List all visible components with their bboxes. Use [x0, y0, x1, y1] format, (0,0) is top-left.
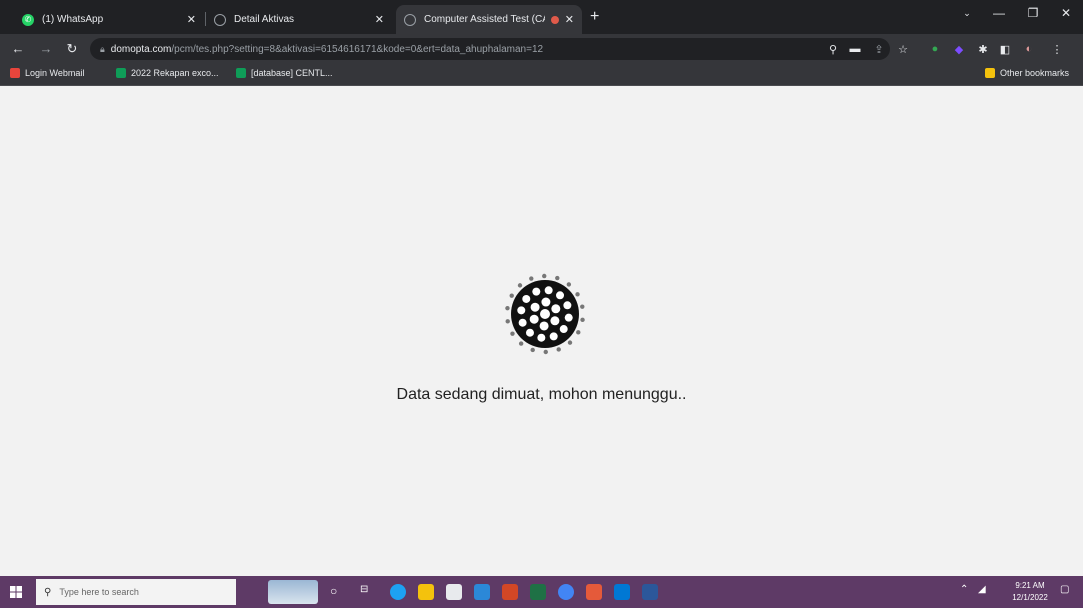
cortana-icon[interactable]: ○ — [330, 584, 337, 598]
close-icon[interactable]: ✕ — [565, 13, 574, 26]
search-placeholder: Type here to search — [59, 587, 139, 597]
kebab-menu-icon[interactable]: ⋮ — [1050, 42, 1064, 56]
clock-time: 9:21 AM — [1015, 581, 1045, 590]
network-icon[interactable]: ◢ — [978, 584, 986, 595]
chrome-icon[interactable] — [558, 584, 574, 600]
bookmark-label: Login Webmail — [25, 68, 85, 78]
sheets-icon — [236, 68, 246, 78]
share-icon[interactable]: ⇪ — [872, 42, 886, 56]
tab-computer-assisted-test[interactable]: Computer Assisted Test (CAT) ✕ — [396, 5, 582, 34]
bookmark-label: Other bookmarks — [1000, 68, 1070, 78]
task-view-icon[interactable]: ⊟ — [360, 584, 368, 595]
close-icon[interactable]: ✕ — [375, 13, 384, 26]
folder-icon — [985, 68, 995, 78]
location-icon[interactable]: ⚲ — [826, 42, 840, 56]
lock-icon: 🔒︎ — [100, 43, 105, 54]
browser-toolbar: ← → ↻ 🔒︎ domopta.com /pcm/tes.php?settin… — [0, 34, 1083, 64]
minimize-button[interactable]: — — [982, 0, 1016, 26]
windows-start-icon[interactable] — [10, 586, 22, 598]
bookmark-database-centl[interactable]: [database] CENTL... — [236, 68, 333, 78]
new-tab-button[interactable]: + — [590, 8, 599, 26]
camera-icon[interactable]: ▬ — [848, 42, 862, 56]
address-bar[interactable]: 🔒︎ domopta.com /pcm/tes.php?setting=8&ak… — [90, 38, 890, 60]
bookmark-rekapan-exco[interactable]: 2022 Rekapan exco... — [116, 68, 219, 78]
profile-avatar-icon[interactable]: ◐ — [1022, 42, 1036, 56]
close-window-button[interactable]: ✕ — [1049, 0, 1083, 26]
side-panel-icon[interactable]: ◧ — [998, 42, 1012, 56]
extensions-puzzle-icon[interactable]: ✱ — [976, 42, 990, 56]
tab-strip: ✆ (1) WhatsApp ✕ Detail Aktivas ✕ Comput… — [0, 0, 1083, 34]
bookmark-login-webmail[interactable]: Login Webmail — [10, 68, 84, 78]
extension-green-icon[interactable]: ● — [928, 42, 942, 56]
globe-icon — [404, 13, 416, 26]
bookmarks-bar: Login Webmail 2022 Rekapan exco... [data… — [0, 64, 1083, 86]
mail-icon[interactable] — [474, 584, 490, 600]
clock-date: 12/1/2022 — [1012, 593, 1048, 602]
globe-icon — [214, 13, 226, 26]
recording-indicator-icon — [550, 15, 559, 24]
other-bookmarks[interactable]: Other bookmarks — [985, 68, 1069, 78]
weather-widget-icon[interactable] — [268, 580, 318, 604]
extension-purple-icon[interactable]: ◆ — [952, 42, 966, 56]
search-icon: ⚲ — [44, 586, 52, 598]
tab-whatsapp[interactable]: ✆ (1) WhatsApp ✕ — [14, 5, 204, 34]
store-icon[interactable] — [446, 584, 462, 600]
word-icon[interactable] — [642, 584, 658, 600]
file-explorer-icon[interactable] — [418, 584, 434, 600]
url-path: /pcm/tes.php?setting=8&aktivasi=61546161… — [171, 43, 544, 55]
whatsapp-icon: ✆ — [22, 13, 34, 26]
maximize-button[interactable]: ❐ — [1016, 0, 1050, 26]
loading-spinner-icon — [505, 273, 585, 355]
notification-icon[interactable]: ▢ — [1060, 584, 1069, 595]
loading-message: Data sedang dimuat, mohon menunggu.. — [396, 386, 687, 403]
tab-title: Computer Assisted Test (CAT) — [424, 14, 545, 25]
bookmark-label: [database] CENTL... — [251, 68, 333, 78]
screen: ✆ (1) WhatsApp ✕ Detail Aktivas ✕ Comput… — [0, 0, 1083, 608]
taskbar-clock[interactable]: 9:21 AM 12/1/2022 — [1010, 580, 1050, 604]
forward-button[interactable]: → — [38, 41, 54, 57]
star-icon[interactable]: ☆ — [896, 42, 910, 56]
bookmark-label: 2022 Rekapan exco... — [131, 68, 219, 78]
excel-icon[interactable] — [530, 584, 546, 600]
app-icon-red[interactable] — [502, 584, 518, 600]
tray-chevron-icon[interactable]: ⌃ — [960, 584, 968, 595]
windows-taskbar: ⚲ Type here to search ○ ⊟ ⌃ ◢ 9:21 AM 12… — [0, 576, 1083, 608]
tab-title: Detail Aktivas — [234, 14, 295, 25]
tab-title: (1) WhatsApp — [42, 14, 104, 25]
outlook-icon[interactable] — [614, 584, 630, 600]
tab-search-icon[interactable]: ⌄ — [950, 0, 984, 26]
close-icon[interactable]: ✕ — [187, 13, 196, 26]
sheets-icon — [116, 68, 126, 78]
edge-browser-icon[interactable] — [390, 584, 406, 600]
reload-button[interactable]: ↻ — [64, 41, 80, 57]
page-content: Data sedang dimuat, mohon menunggu.. — [0, 86, 1083, 576]
webmail-icon — [10, 68, 20, 78]
app-icon-orange[interactable] — [586, 584, 602, 600]
back-button[interactable]: ← — [10, 41, 26, 57]
url-host: domopta.com — [110, 43, 172, 55]
tab-detail-aktivasi[interactable]: Detail Aktivas ✕ — [206, 5, 392, 34]
taskbar-search-box[interactable]: ⚲ Type here to search — [36, 579, 236, 605]
